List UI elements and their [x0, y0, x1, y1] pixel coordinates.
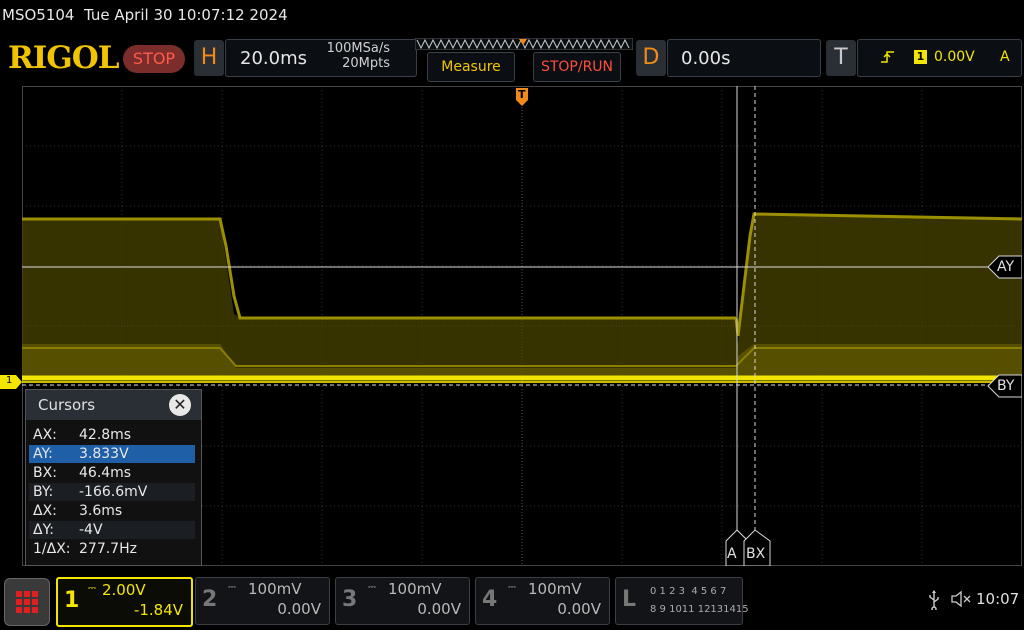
cursor-row-dy: ΔY: -4V	[29, 521, 195, 539]
speaker-muted-icon[interactable]	[951, 590, 971, 608]
grid-menu-icon	[16, 591, 38, 613]
channel-2-box[interactable]: 2 ⎓ 100mV 0.00V	[195, 577, 330, 625]
trigger-menu-button[interactable]: T	[826, 40, 856, 76]
cursor-row-ay[interactable]: AY: 3.833V	[29, 445, 195, 463]
cursor-ax-label: A	[727, 546, 737, 562]
channel-2-number: 2	[202, 587, 218, 612]
stop-run-label: STOP/RUN	[540, 59, 614, 75]
cursor-ay-label: AY	[997, 259, 1015, 275]
delay-value: 0.00s	[681, 48, 731, 69]
channel-1-offset: -1.84V	[133, 601, 183, 619]
usb-icon	[929, 590, 939, 610]
measure-label: Measure	[441, 59, 501, 75]
channel-4-number: 4	[482, 587, 498, 612]
run-state-badge[interactable]: STOP	[123, 45, 185, 73]
timebase-value: 20.0ms	[240, 48, 307, 69]
cursors-title: Cursors	[38, 396, 96, 414]
channel-4-box[interactable]: 4 ⎓ 100mV 0.00V	[475, 577, 610, 625]
cursor-by-label: BY	[997, 378, 1015, 394]
cursor-row-dx: ΔX: 3.6ms	[33, 503, 123, 519]
date-time: Tue April 30 10:07:12 2024	[84, 6, 288, 24]
delay-menu-button[interactable]: D	[636, 40, 666, 76]
channel-3-number: 3	[342, 587, 358, 612]
channel-2-offset: 0.00V	[277, 600, 321, 618]
channel-3-offset: 0.00V	[417, 600, 461, 618]
trigger-mode: A	[1000, 49, 1010, 65]
cursors-panel: Cursors ✕ AX: 42.8ms AY: 3.833V BX: 46.4…	[25, 389, 202, 566]
status-line: MSO5104 Tue April 30 10:07:12 2024	[2, 6, 288, 24]
trigger-settings[interactable]: 1 0.00V A	[857, 39, 1022, 77]
channel-4-scale: 100mV	[528, 580, 582, 598]
trigger-marker-label: T	[518, 88, 526, 101]
channel-1-number: 1	[64, 588, 80, 613]
sample-rate: 100MSa/s	[326, 41, 390, 56]
main-menu-button[interactable]	[4, 578, 50, 626]
memory-depth: 20Mpts	[342, 56, 390, 71]
measure-button[interactable]: Measure	[427, 52, 515, 82]
channel-1-box[interactable]: 1 ⎓ 2.00V -1.84V	[56, 577, 193, 627]
channel-3-box[interactable]: 3 ⎓ 100mV 0.00V	[335, 577, 470, 625]
logic-analyzer-box[interactable]: L 0 1 2 3 4 5 6 7 8 9 1011 12131415	[615, 577, 749, 625]
model-name: MSO5104	[2, 6, 75, 24]
dc-coupling-icon: ⎓	[368, 582, 376, 593]
logic-channels-row-2: 8 9 1011 12131415	[650, 604, 749, 615]
dc-coupling-icon: ⎓	[508, 582, 516, 593]
system-clock: 10:07	[976, 590, 1020, 608]
channel-3-scale: 100mV	[388, 580, 442, 598]
horizontal-menu-button[interactable]: H	[194, 40, 224, 76]
cursor-row-ax: AX: 42.8ms	[33, 427, 132, 443]
rising-edge-icon	[881, 51, 894, 63]
channel-2-scale: 100mV	[248, 580, 302, 598]
ch1-offset-marker-label: 1	[6, 375, 13, 386]
logic-channels-row-1: 0 1 2 3 4 5 6 7	[650, 586, 727, 597]
cursor-row-inv-dx: 1/ΔX: 277.7Hz	[33, 541, 137, 557]
trigger-source: 1	[914, 50, 927, 64]
trigger-position-strip	[415, 38, 633, 50]
cursor-bx-label: BX	[746, 546, 766, 562]
logic-letter: L	[622, 587, 637, 612]
acquisition-info: 100MSa/s 20Mpts	[305, 41, 390, 71]
stop-run-button[interactable]: STOP/RUN	[533, 52, 621, 82]
dc-coupling-icon: ⎓	[88, 583, 96, 594]
rigol-logo: RIGOL	[8, 40, 120, 76]
close-icon[interactable]: ✕	[169, 394, 191, 416]
dc-coupling-icon: ⎓	[228, 582, 236, 593]
channel-1-scale: 2.00V	[102, 581, 146, 599]
channel-4-offset: 0.00V	[557, 600, 601, 618]
trigger-level: 0.00V	[934, 49, 975, 65]
cursor-row-by: BY: -166.6mV	[29, 483, 195, 501]
cursor-row-bx: BX: 46.4ms	[33, 465, 132, 481]
